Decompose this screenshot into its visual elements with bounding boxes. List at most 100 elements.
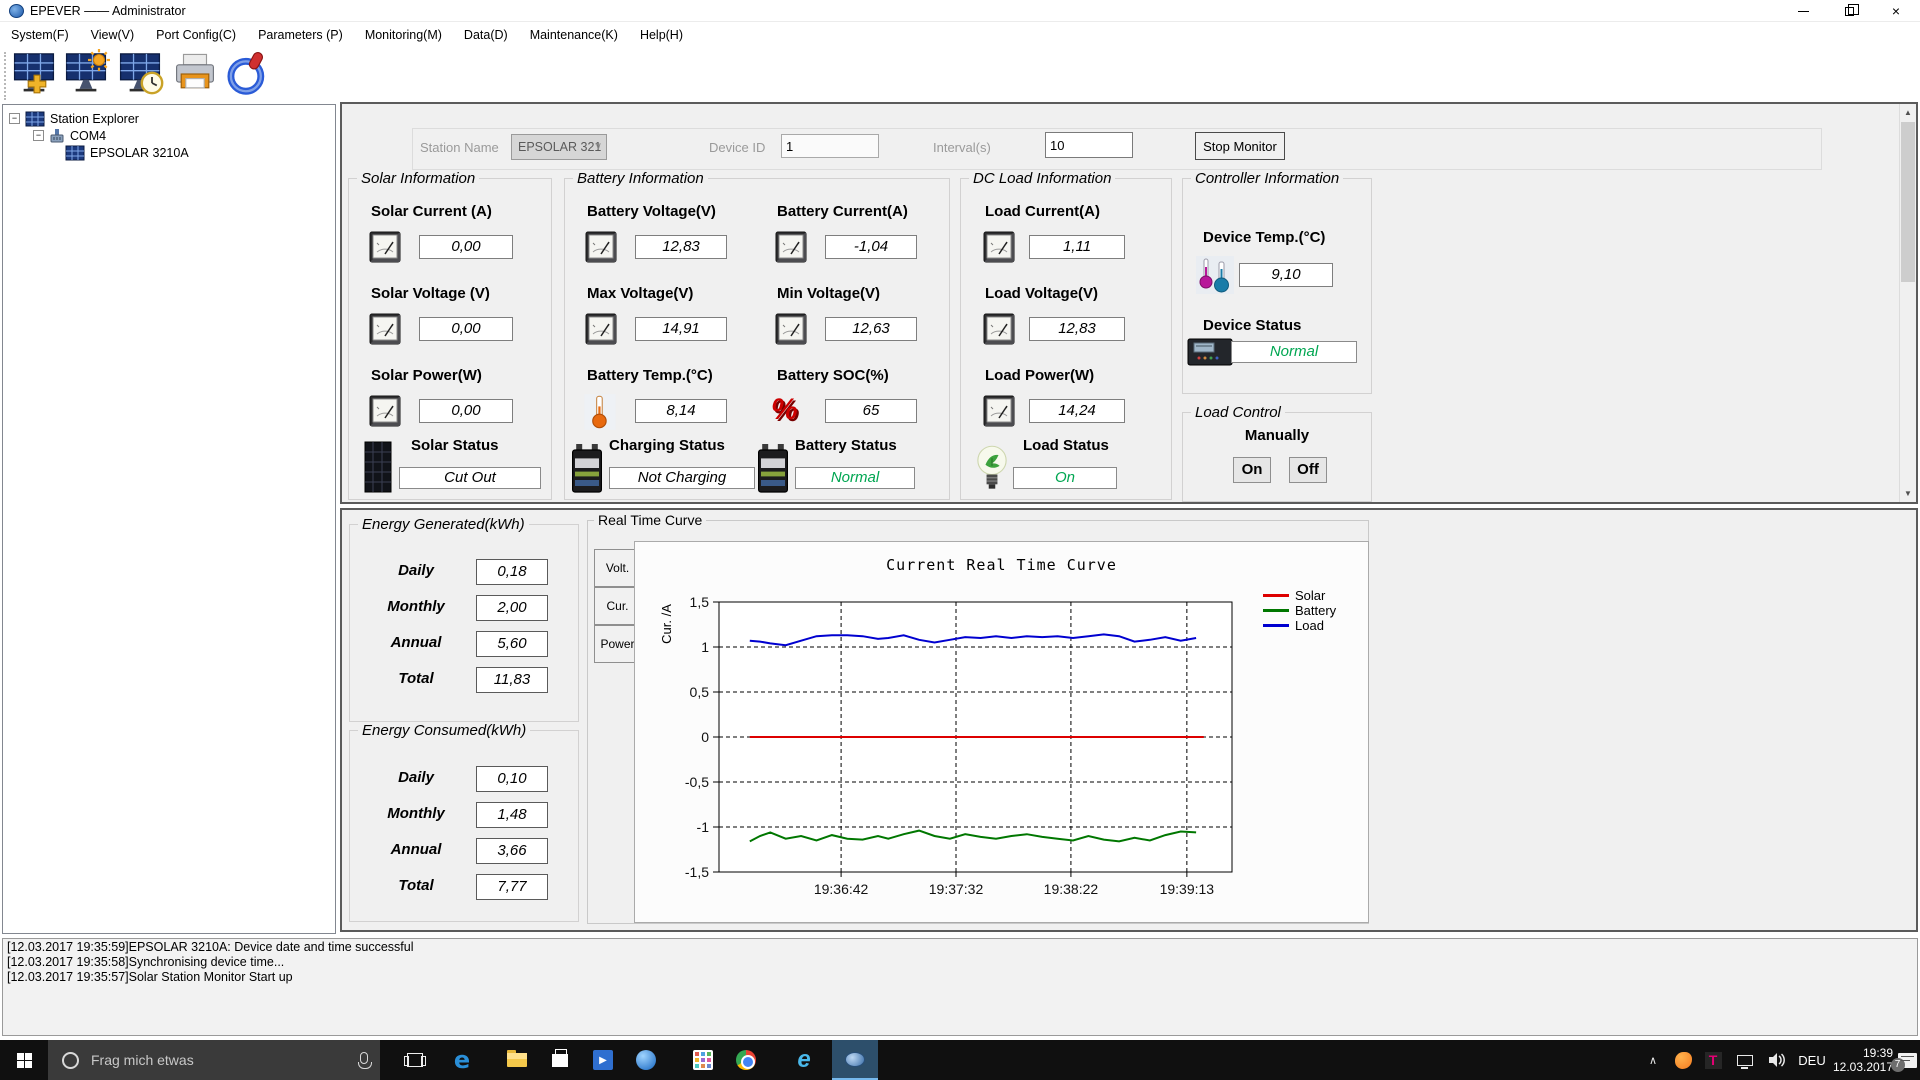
- station-config-button[interactable]: [64, 51, 112, 101]
- file-explorer-button[interactable]: [497, 1040, 537, 1080]
- avast-tray-button[interactable]: [1670, 1040, 1696, 1080]
- print-button[interactable]: [172, 51, 220, 101]
- energy-con-monthly-value: 1,48: [476, 802, 548, 828]
- svg-text:19:38:22: 19:38:22: [1044, 881, 1099, 897]
- minimize-button[interactable]: [1780, 0, 1826, 22]
- load-power-value: 14,24: [1029, 399, 1125, 423]
- menu-port-config[interactable]: Port Config(C): [145, 24, 247, 46]
- microphone-icon[interactable]: [358, 1052, 372, 1069]
- menu-view[interactable]: View(V): [80, 24, 146, 46]
- tree-item-station-explorer[interactable]: − Station Explorer: [9, 110, 139, 127]
- app-grid-icon: [693, 1050, 713, 1070]
- energy-generated-group: Energy Generated(kWh) Daily 0,18 Monthly…: [349, 516, 579, 722]
- svg-text:-1,5: -1,5: [685, 864, 709, 880]
- svg-text:-1: -1: [697, 819, 710, 835]
- station-name-label: Station Name: [420, 140, 499, 155]
- solar-panel-icon: [363, 441, 393, 493]
- edge-button[interactable]: e: [442, 1040, 482, 1080]
- battery-temp-label: Battery Temp.(°C): [587, 367, 713, 384]
- stop-monitor-button[interactable]: Stop Monitor: [1195, 132, 1285, 160]
- media-player-button[interactable]: [626, 1040, 666, 1080]
- menu-help[interactable]: Help(H): [629, 24, 694, 46]
- clock-tray[interactable]: 19:39 12.03.2017: [1832, 1040, 1894, 1080]
- internet-explorer-button[interactable]: e: [784, 1040, 824, 1080]
- monitor-scrollbar[interactable]: ▲ ▼: [1899, 104, 1916, 502]
- volume-tray-button[interactable]: [1762, 1040, 1792, 1080]
- energy-con-daily-value: 0,10: [476, 766, 548, 792]
- load-off-button[interactable]: Off: [1289, 457, 1327, 483]
- gauge-icon: [367, 393, 403, 429]
- tree-label-device: EPSOLAR 3210A: [90, 145, 189, 160]
- collapse-icon[interactable]: −: [9, 113, 20, 124]
- telekom-tray-button[interactable]: T: [1700, 1040, 1726, 1080]
- scroll-down-button[interactable]: ▼: [1900, 485, 1916, 502]
- battery-info-group: Battery Information Battery Voltage(V) 1…: [564, 170, 950, 500]
- chrome-button[interactable]: [726, 1040, 766, 1080]
- tree-label-root: Station Explorer: [50, 111, 139, 126]
- interval-label: Interval(s): [933, 140, 991, 155]
- solar-power-value: 0,00: [419, 399, 513, 423]
- load-control-group-title: Load Control: [1191, 404, 1285, 421]
- collapse-icon[interactable]: −: [33, 130, 44, 141]
- avast-icon: [1674, 1051, 1692, 1069]
- menu-data[interactable]: Data(D): [453, 24, 519, 46]
- device-id-input[interactable]: [781, 134, 879, 158]
- legend-label-load: Load: [1295, 618, 1324, 633]
- station-name-select[interactable]: EPSOLAR 321 ∨: [511, 134, 607, 160]
- energy-consumed-title: Energy Consumed(kWh): [358, 722, 531, 739]
- language-indicator[interactable]: DEU: [1794, 1040, 1830, 1080]
- edge-icon: e: [453, 1046, 471, 1074]
- notification-icon: 7: [1890, 1052, 1917, 1072]
- menu-parameters[interactable]: Parameters (P): [247, 24, 354, 46]
- device-time-button[interactable]: [118, 51, 166, 101]
- close-icon: ×: [1891, 3, 1901, 19]
- exit-button[interactable]: [224, 51, 272, 101]
- solar-power-label: Solar Power(W): [371, 367, 482, 384]
- add-station-button[interactable]: [12, 51, 60, 101]
- energy-con-total-label: Total: [398, 877, 434, 894]
- battery-temp-value: 8,14: [635, 399, 727, 423]
- scrollbar-thumb[interactable]: [1901, 122, 1915, 282]
- network-tray-button[interactable]: [1730, 1040, 1760, 1080]
- load-status-label: Load Status: [1023, 437, 1109, 454]
- movies-icon: ▶: [593, 1050, 613, 1070]
- tab-volt-label: Volt.: [605, 561, 630, 575]
- charging-status-label: Charging Status: [609, 437, 725, 454]
- taskbar-search[interactable]: Frag mich etwas: [48, 1040, 380, 1080]
- energy-gen-monthly-value: 2,00: [476, 595, 548, 621]
- start-button[interactable]: [0, 1040, 48, 1080]
- menu-system[interactable]: System(F): [0, 24, 80, 46]
- plus-icon: [26, 73, 48, 95]
- action-center-button[interactable]: 7: [1890, 1040, 1920, 1080]
- svg-text:-0,5: -0,5: [685, 774, 709, 790]
- cortana-icon: [62, 1051, 79, 1069]
- energy-con-annual-value: 3,66: [476, 838, 548, 864]
- toolbar-handle[interactable]: [4, 52, 7, 100]
- store-button[interactable]: [540, 1040, 580, 1080]
- battery-current-label: Battery Current(A): [777, 203, 908, 220]
- app-grid-button[interactable]: [683, 1040, 723, 1080]
- menu-monitoring[interactable]: Monitoring(M): [354, 24, 453, 46]
- log-line: [12.03.2017 19:35:57]Solar Station Monit…: [7, 970, 293, 984]
- minus-glyph: −: [11, 113, 18, 123]
- tree-item-com4[interactable]: − COM4: [33, 127, 106, 144]
- energy-consumed-group: Energy Consumed(kWh) Daily 0,10 Monthly …: [349, 722, 579, 922]
- tray-expand-button[interactable]: ∧: [1640, 1040, 1666, 1080]
- taskbar-date: 12.03.2017: [1832, 1060, 1894, 1074]
- legend-load: Load: [1263, 618, 1324, 633]
- percent-icon: %: [771, 393, 798, 426]
- menu-maintenance[interactable]: Maintenance(K): [519, 24, 629, 46]
- task-view-button[interactable]: [395, 1040, 435, 1080]
- movies-tv-button[interactable]: ▶: [583, 1040, 623, 1080]
- tree-item-epsolar-3210a[interactable]: EPSOLAR 3210A: [65, 144, 189, 161]
- svg-text:19:39:13: 19:39:13: [1160, 881, 1215, 897]
- close-button[interactable]: ×: [1872, 0, 1920, 22]
- load-on-button[interactable]: On: [1233, 457, 1271, 483]
- gauge-icon: [773, 229, 809, 265]
- restore-button[interactable]: [1826, 0, 1872, 22]
- interval-input[interactable]: [1045, 132, 1133, 158]
- scroll-up-button[interactable]: ▲: [1900, 104, 1916, 121]
- folder-icon: [507, 1050, 527, 1067]
- taskbar-epever-app[interactable]: [832, 1040, 878, 1080]
- energy-gen-daily-value: 0,18: [476, 559, 548, 585]
